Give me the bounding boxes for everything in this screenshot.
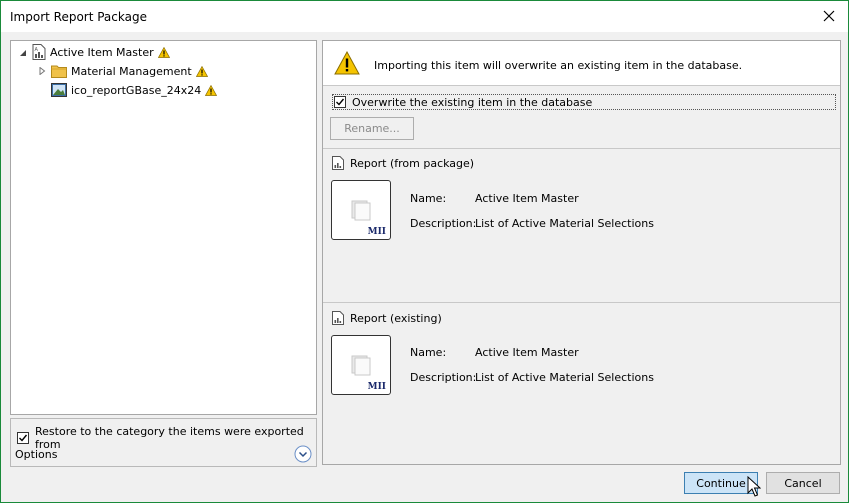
- close-button[interactable]: [816, 5, 842, 27]
- warning-icon: [205, 84, 218, 96]
- checkmark-icon: [19, 434, 28, 442]
- checkbox[interactable]: [17, 432, 29, 444]
- image-icon: [51, 83, 67, 97]
- divider: [323, 85, 840, 86]
- package-report-thumbnail: MII: [331, 180, 391, 240]
- divider: [323, 148, 840, 149]
- description-value: List of Active Material Selections: [475, 371, 654, 384]
- mii-logo: MII: [367, 227, 386, 237]
- name-label: Name:: [410, 192, 447, 205]
- options-expand-button[interactable]: [294, 445, 312, 463]
- name-value: Active Item Master: [475, 192, 579, 205]
- options-panel: Restore to the category the items were e…: [10, 418, 317, 467]
- warning-message: Importing this item will overwrite an ex…: [374, 59, 743, 72]
- name-value: Active Item Master: [475, 346, 579, 359]
- options-label: Options: [15, 448, 58, 461]
- description-label: Description:: [410, 371, 477, 384]
- warning-large-icon: [334, 51, 360, 75]
- warning-icon: [195, 65, 208, 77]
- collapse-arrow-icon[interactable]: [18, 48, 28, 58]
- existing-report-thumbnail: MII: [331, 335, 391, 395]
- report-icon: A: [32, 44, 46, 60]
- warning-icon: [157, 46, 170, 58]
- cancel-button[interactable]: Cancel: [766, 472, 840, 494]
- svg-text:A: A: [35, 47, 39, 53]
- title-bar: Import Report Package: [1, 1, 848, 32]
- name-label: Name:: [410, 346, 447, 359]
- mouse-cursor-icon: [747, 476, 761, 497]
- document-stack-icon: [351, 200, 371, 221]
- description-label: Description:: [410, 217, 477, 230]
- chevron-down-circle-icon: [294, 445, 312, 463]
- details-panel: Importing this item will overwrite an ex…: [322, 40, 841, 465]
- overwrite-checkbox[interactable]: Overwrite the existing item in the datab…: [332, 94, 836, 110]
- package-tree[interactable]: A Active Item Master Material Management: [10, 40, 317, 415]
- overwrite-label: Overwrite the existing item in the datab…: [352, 95, 593, 109]
- rename-button[interactable]: Rename...: [330, 117, 414, 140]
- divider: [323, 302, 840, 303]
- section-title: Report (from package): [350, 156, 475, 170]
- description-value: List of Active Material Selections: [475, 217, 654, 230]
- section-title: Report (existing): [350, 311, 442, 325]
- existing-report-header: Report (existing): [332, 311, 442, 325]
- expand-arrow-icon[interactable]: [37, 66, 47, 76]
- checkmark-icon: [336, 98, 345, 106]
- tree-item-material-management[interactable]: Material Management: [51, 62, 208, 80]
- tree-item-active-item-master[interactable]: A Active Item Master: [32, 43, 170, 61]
- checkbox[interactable]: [334, 96, 346, 108]
- close-icon: [823, 10, 835, 22]
- report-icon: [332, 311, 344, 325]
- folder-icon: [51, 65, 67, 78]
- tree-item-label: ico_reportGBase_24x24: [71, 83, 202, 97]
- import-report-dialog: Import Report Package A Active Item Mast…: [0, 0, 849, 503]
- dialog-title: Import Report Package: [10, 10, 147, 24]
- restore-category-checkbox[interactable]: Restore to the category the items were e…: [17, 425, 316, 451]
- restore-category-label: Restore to the category the items were e…: [35, 425, 304, 451]
- package-report-header: Report (from package): [332, 156, 474, 170]
- continue-label: Continue: [696, 476, 746, 490]
- tree-item-ico-report[interactable]: ico_reportGBase_24x24: [51, 81, 218, 99]
- cancel-label: Cancel: [784, 476, 822, 490]
- tree-item-label: Material Management: [71, 64, 192, 78]
- warning-banner: Importing this item will overwrite an ex…: [323, 41, 840, 85]
- report-icon: [332, 156, 344, 170]
- tree-item-label: Active Item Master: [50, 45, 154, 59]
- mii-logo: MII: [367, 382, 386, 392]
- document-stack-icon: [351, 355, 371, 376]
